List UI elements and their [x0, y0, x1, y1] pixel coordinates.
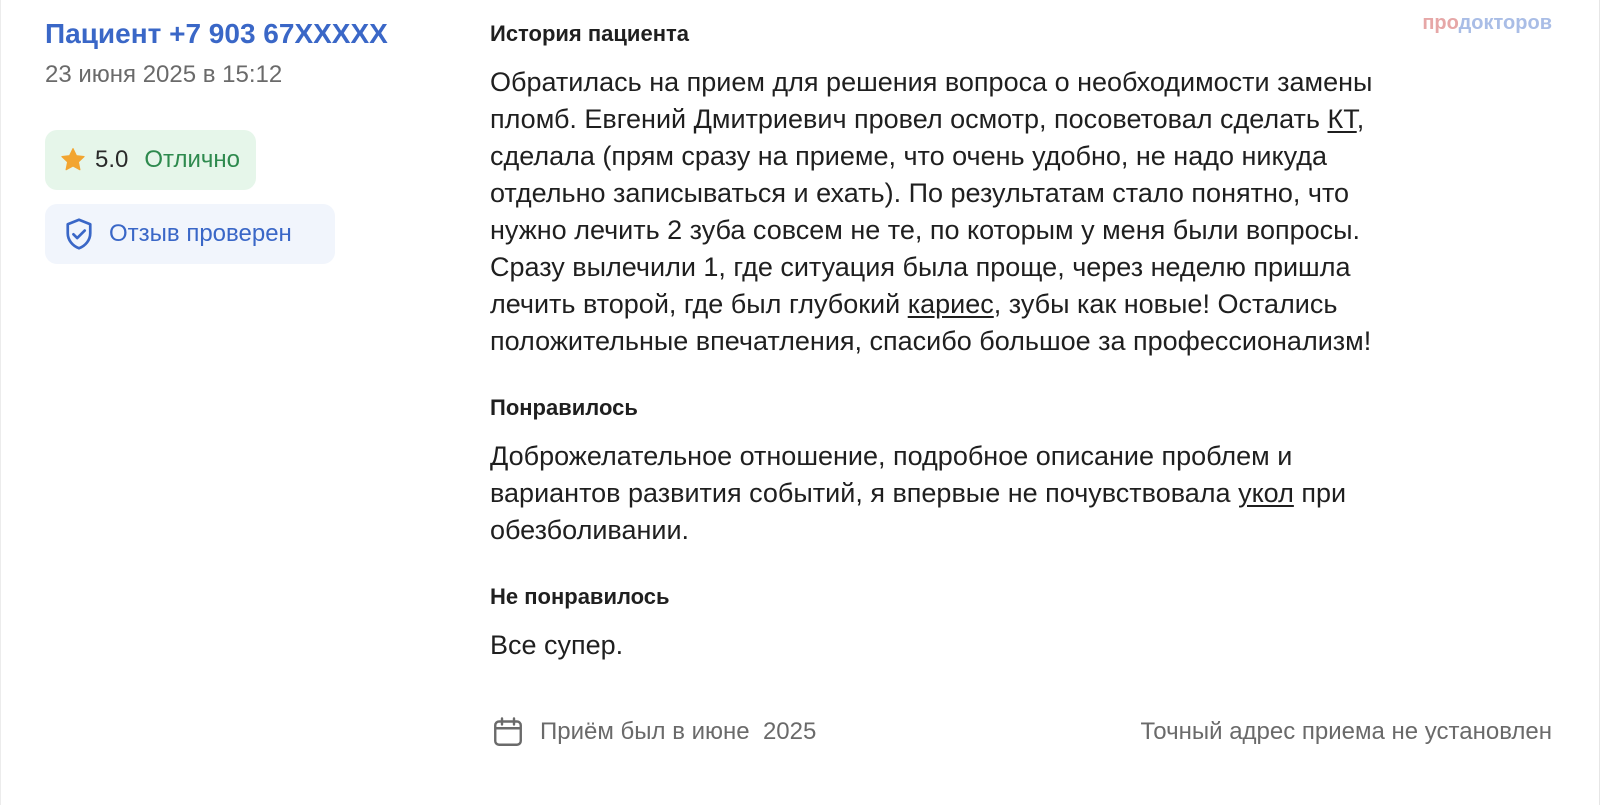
liked-line: вариантов развития событий, я впервые не… [490, 475, 1530, 512]
history-line: лечить второй, где был глубокий кариес, … [490, 286, 1530, 323]
history-text-segment: , [1356, 104, 1365, 134]
verified-badge[interactable]: Отзыв проверен [45, 204, 335, 264]
history-text-segment: , зубы как новые! Остались [993, 289, 1338, 319]
liked-text-segment: при [1293, 478, 1347, 508]
disliked-heading: Не понравилось [490, 584, 670, 609]
shield-check-icon [61, 216, 97, 252]
review-author-column: Пациент +7 903 67XXXXX 23 июня 2025 в 15… [45, 14, 445, 264]
history-line: Обратилась на прием для решения вопроса … [490, 67, 1373, 97]
liked-text: Доброжелательное отношение, подробное оп… [490, 438, 1530, 549]
review-date: 23 июня 2025 в 15:12 [45, 61, 283, 88]
star-icon [59, 146, 87, 174]
rating-value: 5.0 [95, 146, 129, 173]
rating-label: Отлично [144, 146, 241, 173]
liked-line: обезболивании. [490, 515, 690, 545]
history-heading: История пациента [490, 21, 689, 46]
history-line: отдельно записываться и ехать). По резул… [490, 178, 1350, 208]
caries-glossary-link[interactable]: кариес [908, 289, 994, 319]
review-footer: Приём был в июне 2025 Точный адрес прием… [490, 712, 1552, 752]
history-line: положительные впечатления, спасибо больш… [490, 326, 1372, 356]
liked-text-segment: вариантов развития событий, я впервые не… [490, 478, 1239, 508]
visit-info: Приём был в июне 2025 [490, 714, 816, 750]
disliked-text: Все супер. [490, 630, 624, 660]
history-line: нужно лечить 2 зуба совсем не те, по кот… [490, 215, 1361, 245]
rating-badge: 5.0 Отлично [45, 130, 257, 190]
liked-heading: Понравилось [490, 395, 638, 420]
address-text: Точный адрес приема не установлен [1140, 718, 1553, 745]
liked-line: Доброжелательное отношение, подробное оп… [490, 441, 1293, 471]
visit-date-text: Приём был в июне 2025 [540, 718, 817, 745]
review-content: История пациента Обратилась на прием для… [490, 18, 1530, 664]
kt-glossary-link[interactable]: КТ [1327, 104, 1356, 134]
history-line: пломб. Евгений Дмитриевич провел осмотр,… [490, 101, 1530, 138]
patient-name-link[interactable]: Пациент +7 903 67XXXXX [45, 14, 388, 54]
history-text-segment: лечить второй, где был глубокий [490, 289, 908, 319]
review-card: Пациент +7 903 67XXXXX 23 июня 2025 в 15… [0, 0, 1600, 805]
injection-glossary-link[interactable]: укол [1238, 478, 1294, 508]
history-line: сделала (прям сразу на приеме, что очень… [490, 141, 1327, 171]
card-border-left [0, 0, 1, 805]
history-line: Сразу вылечили 1, где ситуация была прощ… [490, 252, 1351, 282]
history-text: Обратилась на прием для решения вопроса … [490, 64, 1530, 360]
calendar-icon [490, 714, 526, 750]
verified-label: Отзыв проверен [109, 220, 292, 247]
history-text-segment: пломб. Евгений Дмитриевич провел осмотр,… [490, 104, 1328, 134]
